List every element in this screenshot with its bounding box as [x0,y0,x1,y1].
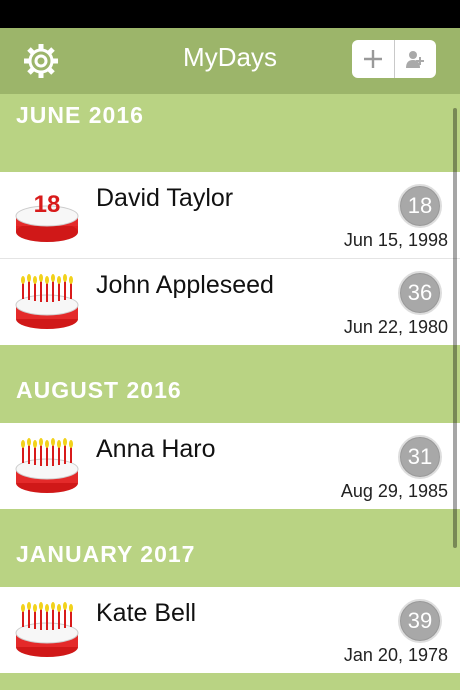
section-title: AUGUST 2016 [16,377,182,403]
age-badge: 36 [398,271,442,315]
cake-candles-icon [15,274,79,329]
birthday-list: JUNE 2016 18 David Taylor 18 Jun 15, 199… [0,94,460,673]
cake-18-icon: 18 [15,191,79,242]
svg-text:18: 18 [34,191,61,218]
list-item[interactable]: 18 David Taylor 18 Jun 15, 1998 [0,172,460,259]
contact-name: David Taylor [96,184,234,212]
list-item[interactable]: John Appleseed 36 Jun 22, 1980 [0,259,460,345]
contact-name: John Appleseed [96,271,274,299]
contact-name: Kate Bell [96,599,197,627]
plus-icon [363,50,382,68]
add-contact-button[interactable] [393,40,437,78]
birth-date: Jun 22, 1980 [343,317,448,337]
add-contact-icon [406,51,425,68]
scrollbar[interactable] [453,108,457,548]
navigation-bar: MyDays [0,28,460,94]
status-bar [0,0,460,28]
section-title: JANUARY 2017 [16,541,196,567]
section-header: JUNE 2016 [0,94,460,172]
list-item[interactable]: Kate Bell 39 Jan 20, 1978 [0,587,460,673]
birth-date: Aug 29, 1985 [340,481,448,501]
contact-name: Anna Haro [96,435,216,463]
action-button-group [352,40,436,78]
age-badge: 39 [398,599,442,643]
birth-date: Jan 20, 1978 [343,645,448,665]
cake-candles-icon [15,438,79,493]
section-title: JUNE 2016 [16,102,144,128]
add-button[interactable] [352,40,394,78]
age-badge: 31 [398,435,442,479]
list-item[interactable]: Anna Haro 31 Aug 29, 1985 [0,423,460,509]
age-badge: 18 [398,184,442,228]
birth-date: Jun 15, 1998 [343,230,448,250]
cake-candles-icon [15,602,79,657]
section-header: AUGUST 2016 [0,345,460,423]
section-header: JANUARY 2017 [0,509,460,587]
